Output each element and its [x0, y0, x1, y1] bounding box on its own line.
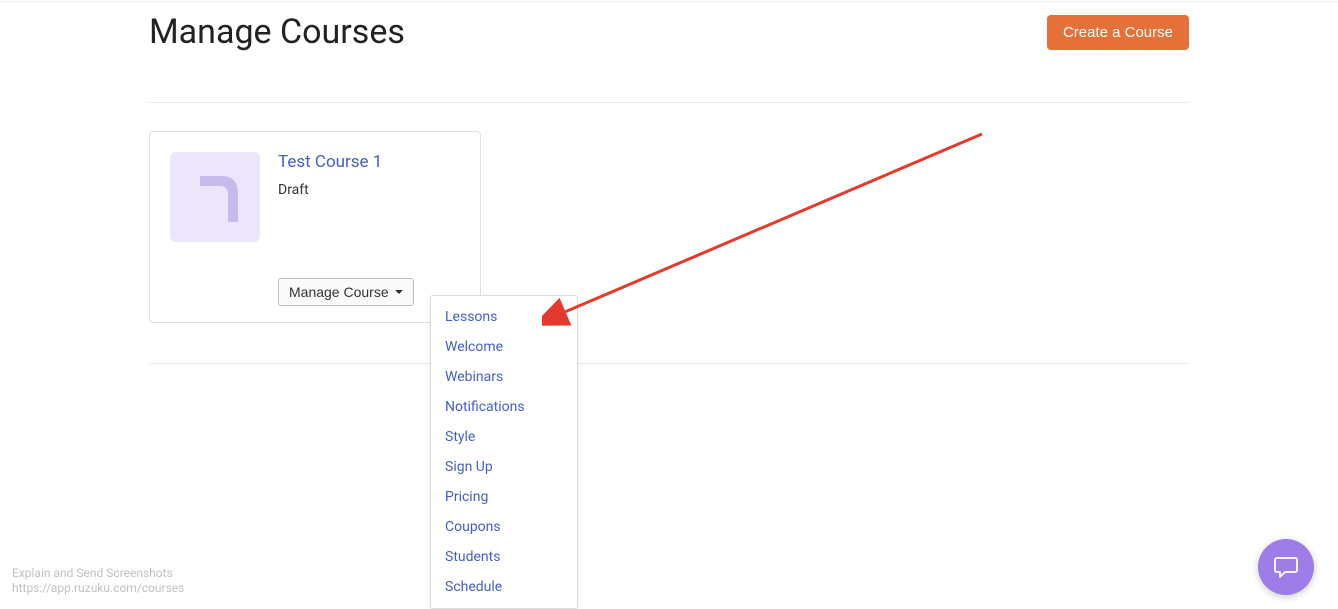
dropdown-item-welcome[interactable]: Welcome [431, 332, 577, 362]
course-status: Draft [278, 182, 460, 198]
course-logo-icon [192, 168, 238, 226]
section-divider [149, 102, 1189, 103]
bottom-divider [149, 363, 1189, 364]
help-chat-button[interactable] [1258, 539, 1314, 595]
course-title-link[interactable]: Test Course 1 [278, 152, 460, 172]
chat-icon [1273, 555, 1299, 579]
annotation-arrow [542, 128, 992, 338]
footer-watermark: Explain and Send Screenshots https://app… [12, 566, 184, 597]
footer-line2: https://app.ruzuku.com/courses [12, 581, 184, 597]
footer-line1: Explain and Send Screenshots [12, 566, 184, 582]
course-thumbnail [170, 152, 260, 242]
dropdown-item-students[interactable]: Students [431, 542, 577, 572]
caret-down-icon [395, 290, 403, 294]
create-course-button[interactable]: Create a Course [1047, 15, 1189, 50]
dropdown-item-pricing[interactable]: Pricing [431, 482, 577, 512]
manage-course-dropdown-button[interactable]: Manage Course [278, 278, 414, 306]
page-title: Manage Courses [149, 12, 405, 52]
dropdown-item-notifications[interactable]: Notifications [431, 392, 577, 422]
dropdown-item-lessons[interactable]: Lessons [431, 302, 577, 332]
manage-course-dropdown-menu: Lessons Welcome Webinars Notifications S… [430, 295, 578, 609]
manage-course-label: Manage Course [289, 284, 389, 300]
dropdown-item-style[interactable]: Style [431, 422, 577, 452]
dropdown-item-webinars[interactable]: Webinars [431, 362, 577, 392]
dropdown-item-signup[interactable]: Sign Up [431, 452, 577, 482]
dropdown-item-coupons[interactable]: Coupons [431, 512, 577, 542]
dropdown-item-schedule[interactable]: Schedule [431, 572, 577, 602]
